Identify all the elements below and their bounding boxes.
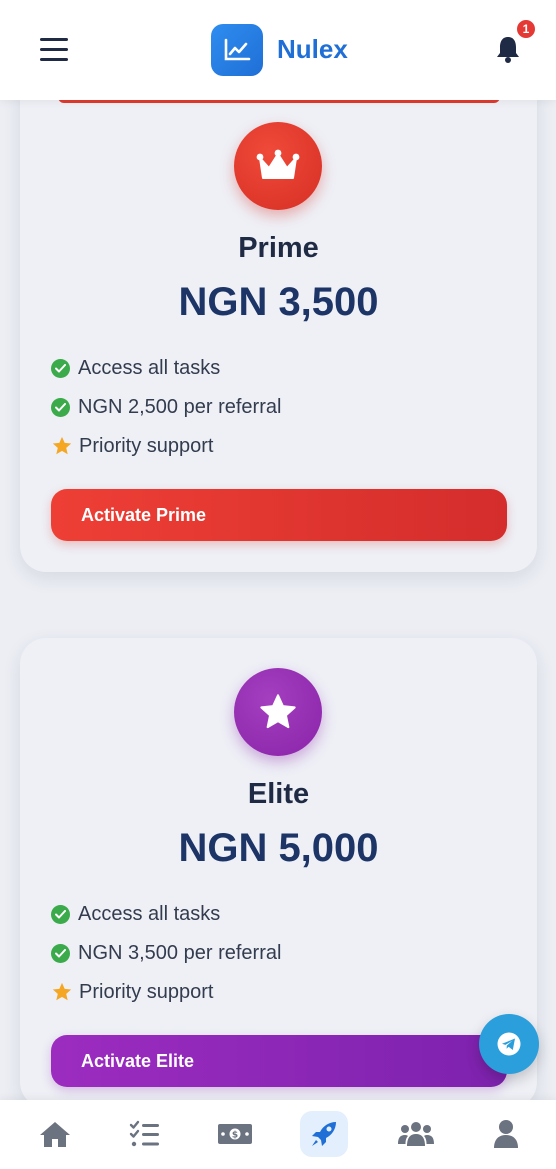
star-icon — [52, 436, 72, 455]
feature-text: Priority support — [79, 434, 214, 457]
brand-name: Nulex — [277, 34, 348, 64]
feature-item: Access all tasks — [51, 356, 220, 380]
nav-tasks[interactable] — [121, 1111, 169, 1157]
chart-logo-icon — [211, 24, 263, 76]
svg-text:$: $ — [232, 1131, 238, 1141]
tasks-icon — [129, 1120, 159, 1147]
nav-upgrade[interactable] — [300, 1111, 348, 1157]
check-circle-icon — [51, 943, 70, 963]
feature-item: NGN 2,500 per referral — [51, 395, 281, 419]
plan-card-elite: Elite NGN 5,000 Access all tasks NGN 3,5… — [20, 638, 537, 1108]
feature-item: NGN 3,500 per referral — [51, 941, 281, 965]
plan-card-prime: Prime NGN 3,500 Access all tasks NGN 2,5… — [20, 70, 537, 572]
users-icon — [398, 1122, 434, 1146]
profile-icon — [494, 1120, 518, 1148]
feature-text: Access all tasks — [78, 902, 221, 925]
crown-icon — [234, 122, 322, 210]
nav-earnings[interactable]: $ — [211, 1111, 259, 1157]
feature-item: Priority support — [51, 980, 214, 1004]
plan-name: Elite — [247, 778, 310, 810]
check-circle-icon — [51, 904, 70, 924]
star-icon — [52, 982, 72, 1001]
activate-prime-button[interactable]: Activate Prime — [51, 489, 507, 541]
feature-text: Priority support — [79, 980, 214, 1003]
notification-badge: 1 — [515, 18, 537, 40]
feature-item: Access all tasks — [51, 902, 220, 926]
feature-text: NGN 2,500 per referral — [78, 395, 282, 418]
nav-profile[interactable] — [482, 1111, 530, 1157]
nav-referrals[interactable] — [392, 1111, 440, 1157]
menu-icon[interactable] — [40, 38, 68, 62]
feature-item: Priority support — [51, 434, 214, 458]
telegram-icon — [497, 1032, 521, 1056]
home-icon — [40, 1122, 70, 1147]
telegram-button[interactable] — [479, 1014, 539, 1074]
feature-text: NGN 3,500 per referral — [78, 941, 282, 964]
activate-elite-button[interactable]: Activate Elite — [51, 1035, 507, 1087]
feature-text: Access all tasks — [78, 356, 221, 379]
rocket-icon — [312, 1122, 336, 1146]
check-circle-icon — [51, 358, 70, 378]
plan-price: NGN 3,500 — [178, 280, 379, 324]
nav-home[interactable] — [31, 1111, 79, 1157]
app-header: Nulex 1 — [0, 0, 556, 100]
money-icon: $ — [218, 1124, 252, 1144]
bottom-nav: $ — [0, 1100, 556, 1169]
plan-price: NGN 5,000 — [178, 826, 379, 870]
plan-name: Prime — [238, 232, 319, 264]
bell-icon[interactable] — [494, 34, 522, 64]
check-circle-icon — [51, 397, 70, 417]
star-badge-icon — [234, 668, 322, 756]
